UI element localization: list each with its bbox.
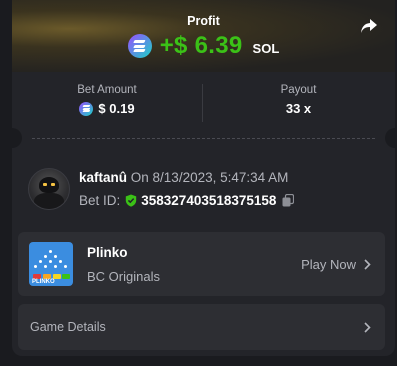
avatar[interactable] xyxy=(28,168,70,210)
profit-label: Profit xyxy=(187,14,220,28)
dashed-divider xyxy=(32,138,375,139)
solana-icon xyxy=(127,34,152,58)
game-row[interactable]: PLINKO Plinko BC Originals Play Now xyxy=(18,232,385,296)
game-details-label: Game Details xyxy=(30,320,106,334)
bet-amount-row: $ 0.19 xyxy=(12,101,202,116)
profit-amount: +$ 6.39 xyxy=(159,32,243,59)
game-name: Plinko xyxy=(87,245,128,260)
username[interactable]: kaftanû xyxy=(79,170,127,185)
game-details-row[interactable]: Game Details xyxy=(18,304,385,350)
profit-currency: SOL xyxy=(252,40,280,56)
column-divider xyxy=(202,84,203,122)
plinko-thumbnail: PLINKO xyxy=(29,242,73,286)
user-line: kaftanû On 8/13/2023, 5:47:34 AM xyxy=(79,170,288,185)
thumbnail-text: PLINKO xyxy=(32,279,55,285)
chevron-right-icon xyxy=(364,259,371,270)
bet-id-value: 358327403518375158 xyxy=(141,193,277,208)
payout-block: Payout 33 x xyxy=(202,84,395,116)
bet-timestamp: On 8/13/2023, 5:47:34 AM xyxy=(130,170,289,185)
solana-icon xyxy=(79,101,94,116)
bet-amount-value: $ 0.19 xyxy=(98,101,135,116)
play-now-button[interactable]: Play Now xyxy=(301,257,371,272)
bet-detail-card: Profit +$ 6.39 SOL Bet Amount $ 0.19 Pay… xyxy=(12,0,395,356)
share-icon[interactable] xyxy=(359,16,379,36)
ticket-notch-right xyxy=(385,128,395,148)
bet-summary: Bet Amount $ 0.19 Payout 33 x xyxy=(12,78,395,134)
game-provider: BC Originals xyxy=(87,269,160,284)
bet-amount-label: Bet Amount xyxy=(77,84,137,96)
payout-value: 33 x xyxy=(285,101,312,116)
bet-amount-block: Bet Amount $ 0.19 xyxy=(12,84,202,116)
play-now-label: Play Now xyxy=(301,257,356,272)
bet-id-row: Bet ID: 358327403518375158 xyxy=(79,193,295,208)
copy-icon[interactable] xyxy=(282,194,295,207)
profit-row: +$ 6.39 SOL xyxy=(12,32,395,60)
payout-label: Payout xyxy=(280,84,317,96)
profit-header: Profit +$ 6.39 SOL xyxy=(12,0,395,72)
shield-check-icon xyxy=(126,194,137,207)
bet-id-label: Bet ID: xyxy=(79,193,121,208)
chevron-right-icon xyxy=(364,322,371,333)
